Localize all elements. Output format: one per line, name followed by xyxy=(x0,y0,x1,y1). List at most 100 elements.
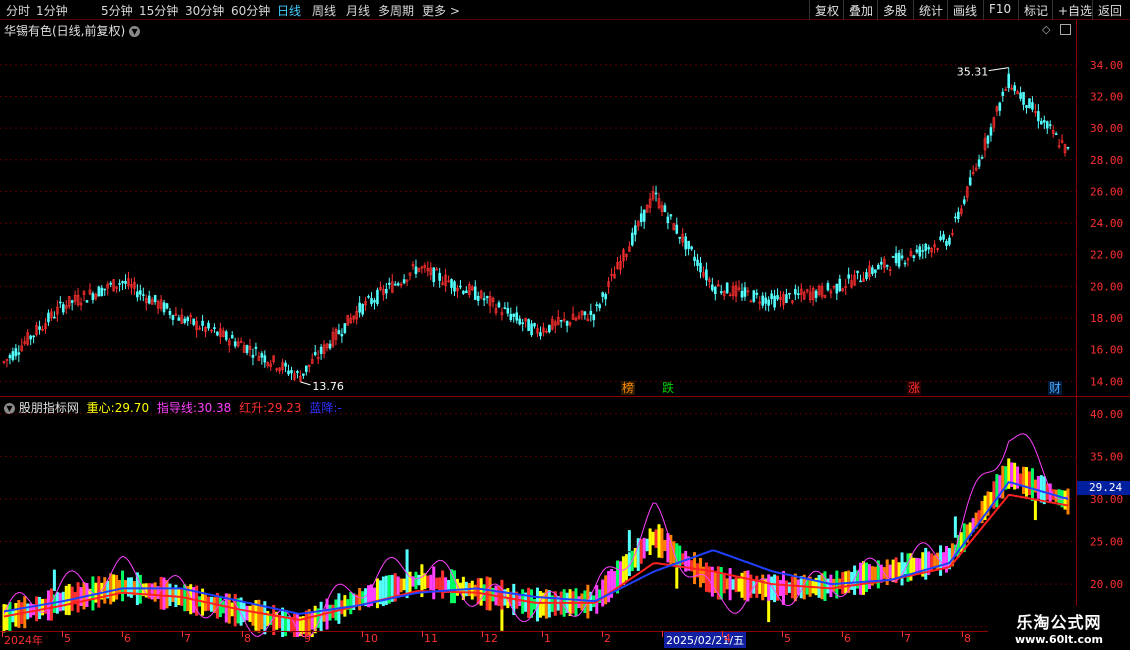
candle-body xyxy=(177,317,181,321)
candle-body xyxy=(539,332,542,337)
indicator-bar xyxy=(162,577,166,610)
candle-body xyxy=(186,317,190,322)
candle-body xyxy=(387,282,391,285)
candle-body xyxy=(598,304,602,309)
indicator-bar xyxy=(1001,465,1005,499)
candle-body xyxy=(453,281,456,292)
candle-body xyxy=(165,303,169,309)
indicator-bar xyxy=(435,577,439,590)
indicator-bar xyxy=(310,612,314,630)
candle-body xyxy=(450,279,453,288)
candle-body xyxy=(302,373,305,376)
indicator-tick-label: 25.00 xyxy=(1090,536,1123,549)
candle-body xyxy=(367,296,370,298)
indicator-bar xyxy=(248,605,252,622)
candle-body xyxy=(207,322,210,329)
candle-body xyxy=(927,247,931,250)
candle-body xyxy=(136,291,139,298)
watermark-logo: 乐淘公式网 www.60lt.com xyxy=(988,606,1130,650)
xaxis-label: 8 xyxy=(244,632,251,645)
indicator-bar xyxy=(168,583,172,606)
xaxis-line xyxy=(0,631,1076,632)
indicator-bar xyxy=(613,571,617,590)
candle-body xyxy=(230,335,234,339)
candle-body xyxy=(343,323,347,333)
candle-body xyxy=(725,282,729,294)
xaxis-label: 2024年 xyxy=(4,634,43,647)
candle-body xyxy=(939,236,942,241)
candle-body xyxy=(216,331,219,336)
badge-finance[interactable]: 财 xyxy=(1048,381,1063,395)
badge-rank[interactable]: 榜 xyxy=(621,381,636,395)
candle-body xyxy=(476,295,480,301)
candle-body xyxy=(684,236,687,250)
current-value-tag: 29.24 xyxy=(1077,481,1130,495)
price-tick-label: 14.00 xyxy=(1090,375,1123,388)
candle-body xyxy=(764,297,767,304)
candle-body xyxy=(767,299,770,306)
candle-body xyxy=(788,292,791,295)
candle-body xyxy=(690,246,693,250)
candle-body xyxy=(826,283,830,291)
candle-body xyxy=(589,310,593,315)
price-tick-label: 34.00 xyxy=(1090,59,1123,72)
indicator-bar xyxy=(731,579,735,590)
candle-body xyxy=(521,322,524,325)
candle-body xyxy=(462,290,465,294)
candle-body xyxy=(59,301,62,304)
indicator-bar xyxy=(109,573,113,605)
candle-body xyxy=(859,280,862,283)
candle-body xyxy=(260,353,264,358)
indicator-bar xyxy=(1019,473,1023,485)
candle-body xyxy=(1048,124,1052,126)
indicator-spike xyxy=(500,609,504,631)
candle-body xyxy=(945,241,948,246)
candle-body xyxy=(740,290,744,298)
indicator-bar xyxy=(118,579,122,594)
indicator-bar xyxy=(897,562,901,577)
candle-body xyxy=(877,264,880,270)
indicator-bar xyxy=(793,573,797,602)
candle-body xyxy=(224,331,228,340)
badge-fall[interactable]: 跌 xyxy=(661,381,675,395)
indicator-bar xyxy=(1027,471,1031,495)
candle-body xyxy=(91,293,95,301)
candle-body xyxy=(879,261,883,265)
candle-body xyxy=(856,270,859,273)
indicator-bar xyxy=(527,587,531,618)
candle-body xyxy=(604,293,607,300)
candle-body xyxy=(14,348,18,357)
indicator-bar xyxy=(639,538,643,564)
candle-body xyxy=(998,102,1002,111)
indicator-bar xyxy=(663,539,667,552)
indicator-bar xyxy=(402,578,406,591)
candle-body xyxy=(482,298,486,301)
xaxis-label: 2 xyxy=(604,632,611,645)
candle-body xyxy=(527,319,530,332)
indicator-bar xyxy=(124,580,128,593)
candle-body xyxy=(233,341,237,347)
candle-body xyxy=(376,289,379,304)
indicator-bar xyxy=(607,570,611,603)
indicator-bar xyxy=(438,577,442,591)
candle-body xyxy=(1007,73,1011,89)
badge-rise[interactable]: 涨 xyxy=(907,381,922,395)
candle-body xyxy=(29,335,32,340)
indicator-bar xyxy=(743,570,747,601)
indicator-bar xyxy=(648,528,652,556)
indicator-bar xyxy=(251,603,255,626)
candle-body xyxy=(705,269,708,281)
candle-body xyxy=(631,232,634,246)
indicator-bar xyxy=(864,562,868,593)
xaxis-tick xyxy=(422,631,423,637)
indicator-bar xyxy=(767,574,771,602)
price-tick-label: 22.00 xyxy=(1090,249,1123,262)
xaxis-label: 7 xyxy=(904,632,911,645)
candle-body xyxy=(358,302,361,313)
indicator-bar xyxy=(583,590,587,614)
indicator-bar xyxy=(698,557,702,588)
candle-body xyxy=(385,288,388,294)
indicator-bar xyxy=(38,596,42,620)
indicator-bar xyxy=(651,531,655,546)
xaxis-tick xyxy=(242,631,243,637)
